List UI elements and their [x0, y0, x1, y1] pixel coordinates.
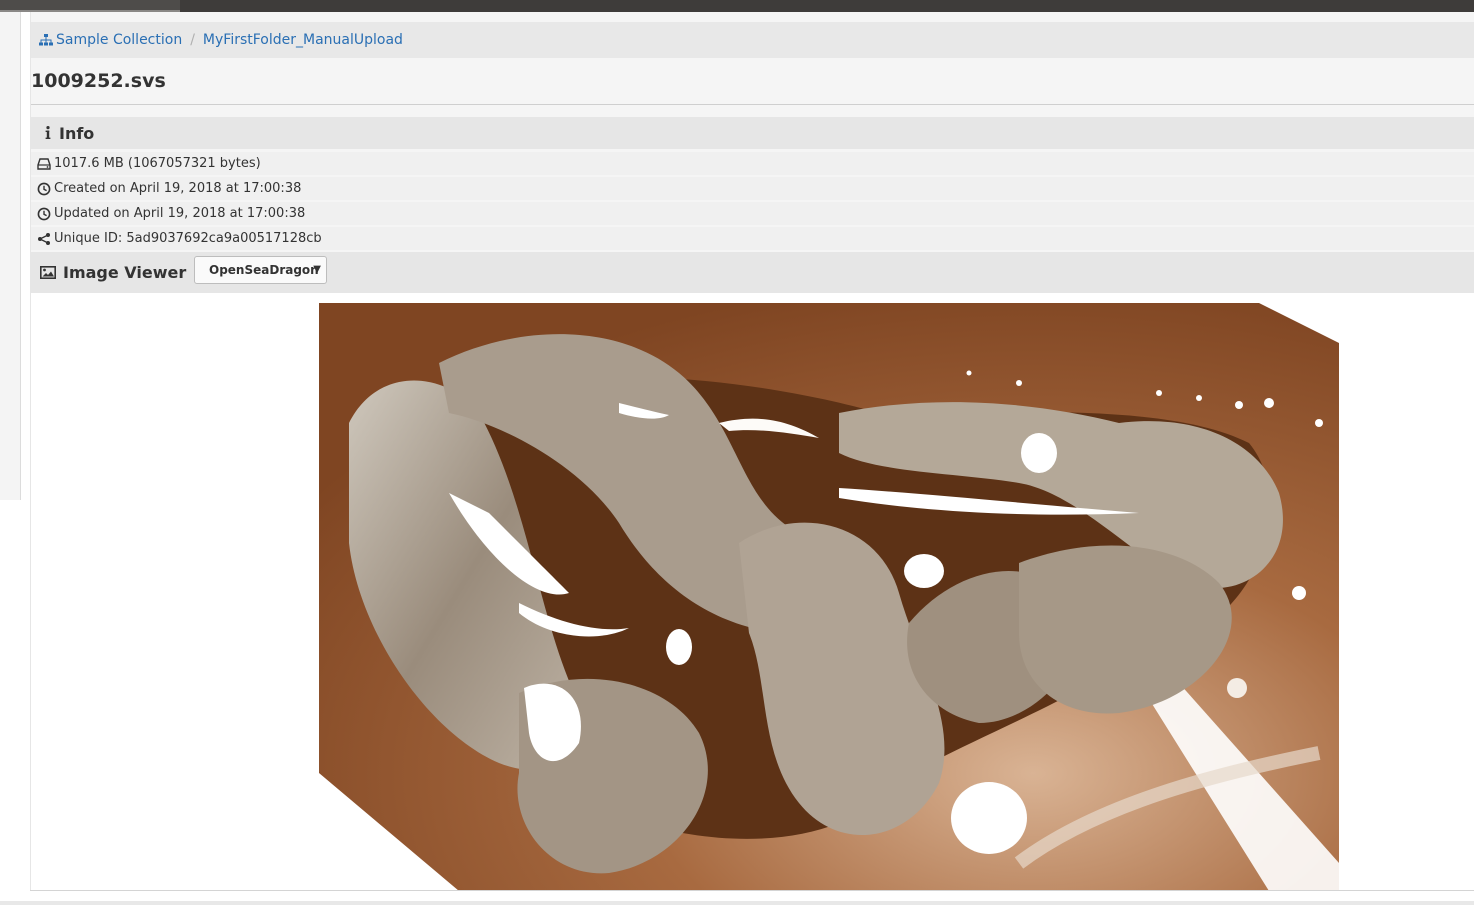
share-icon — [38, 232, 50, 245]
viewer-select[interactable]: OpenSeaDragon ▼ — [194, 256, 327, 284]
image-viewer-heading: Image Viewer — [63, 263, 187, 282]
size-text: 1017.6 MB (1067057321 bytes) — [54, 156, 261, 171]
horizontal-scrollbar[interactable] — [0, 901, 1474, 905]
caret-down-icon: ▼ — [313, 264, 321, 275]
left-sidebar-edge — [0, 12, 21, 500]
content-bottom-border — [30, 890, 1474, 891]
breadcrumb-item-collection[interactable]: Sample Collection — [56, 32, 182, 48]
page-title: 1009252.svs — [31, 70, 166, 92]
image-viewer-area[interactable] — [31, 293, 1474, 891]
info-panel-header: Info — [31, 117, 1474, 149]
image-icon — [40, 266, 56, 279]
created-text: Created on April 19, 2018 at 17:00:38 — [54, 181, 302, 196]
left-margin — [0, 500, 20, 905]
info-row-unique-id: Unique ID: 5ad9037692ca9a00517128cb — [31, 227, 1474, 250]
top-navbar — [0, 0, 1474, 12]
active-top-tab[interactable] — [0, 0, 180, 12]
viewer-select-value: OpenSeaDragon — [209, 263, 319, 277]
breadcrumb-separator: / — [190, 32, 195, 48]
breadcrumb: Sample Collection / MyFirstFolder_Manual… — [31, 22, 1474, 58]
unique-id-text: Unique ID: 5ad9037692ca9a00517128cb — [54, 231, 322, 246]
item-page: Sample Collection / MyFirstFolder_Manual… — [30, 12, 1474, 891]
breadcrumb-item-folder[interactable]: MyFirstFolder_ManualUpload — [203, 32, 403, 48]
updated-text: Updated on April 19, 2018 at 17:00:38 — [54, 206, 306, 221]
hdd-icon — [37, 157, 51, 170]
info-icon — [45, 126, 51, 139]
slide-image[interactable] — [319, 303, 1339, 891]
info-heading: Info — [59, 123, 95, 143]
title-divider — [31, 104, 1474, 105]
sitemap-icon — [39, 34, 53, 46]
image-viewer-header: Image Viewer OpenSeaDragon ▼ — [31, 252, 1474, 293]
info-row-updated: Updated on April 19, 2018 at 17:00:38 — [31, 202, 1474, 225]
info-row-size: 1017.6 MB (1067057321 bytes) — [31, 152, 1474, 175]
clock-icon — [37, 207, 51, 220]
clock-icon — [37, 182, 51, 195]
info-row-created: Created on April 19, 2018 at 17:00:38 — [31, 177, 1474, 200]
